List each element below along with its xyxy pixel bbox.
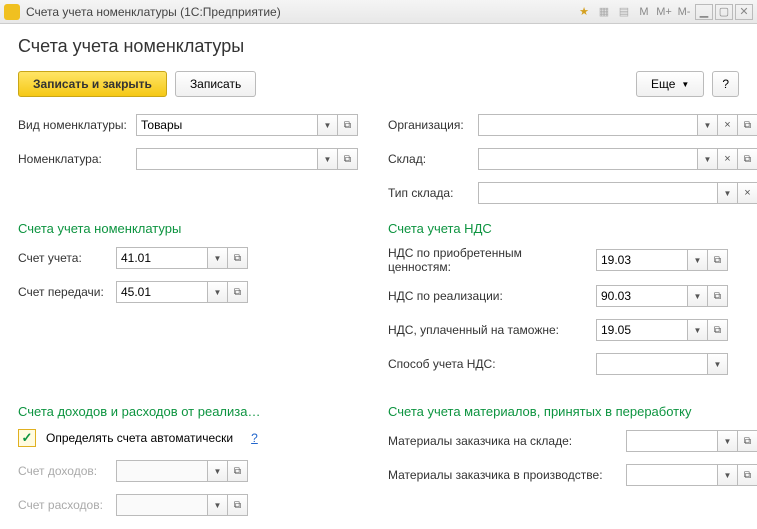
whtype-input[interactable] bbox=[478, 182, 718, 204]
income-acct-open-button: ⧉ bbox=[228, 460, 248, 482]
memory-mplus[interactable]: M+ bbox=[655, 4, 673, 20]
org-clear-button[interactable]: × bbox=[718, 114, 738, 136]
chevron-down-icon: ▼ bbox=[681, 80, 689, 89]
income-acct-input bbox=[116, 460, 208, 482]
mat-prod-open-button[interactable]: ⧉ bbox=[738, 464, 757, 486]
kind-open-button[interactable]: ⧉ bbox=[338, 114, 358, 136]
acct-label: Счет учета: bbox=[18, 251, 108, 265]
income-acct-dropdown-button: ▼ bbox=[208, 460, 228, 482]
titlebar: Счета учета номенклатуры (1С:Предприятие… bbox=[0, 0, 757, 24]
page-heading: Счета учета номенклатуры bbox=[18, 36, 739, 57]
nds-purchase-input[interactable] bbox=[596, 249, 688, 271]
kind-dropdown-button[interactable]: ▼ bbox=[318, 114, 338, 136]
nds-purchase-open-button[interactable]: ⧉ bbox=[708, 249, 728, 271]
kind-label: Вид номенклатуры: bbox=[18, 118, 128, 132]
warehouse-dropdown-button[interactable]: ▼ bbox=[698, 148, 718, 170]
maximize-icon[interactable]: ▢ bbox=[715, 4, 733, 20]
toolbar: Записать и закрыть Записать Еще ▼ ? bbox=[18, 71, 739, 97]
income-acct-label: Счет доходов: bbox=[18, 464, 108, 478]
expense-acct-label: Счет расходов: bbox=[18, 498, 108, 512]
nomen-dropdown-button[interactable]: ▼ bbox=[318, 148, 338, 170]
mat-stock-label: Материалы заказчика на складе: bbox=[388, 434, 618, 448]
nds-method-input[interactable] bbox=[596, 353, 708, 375]
nds-sales-dropdown-button[interactable]: ▼ bbox=[688, 285, 708, 307]
transfer-open-button[interactable]: ⧉ bbox=[228, 281, 248, 303]
favorite-icon[interactable]: ★ bbox=[575, 4, 593, 20]
app-icon bbox=[4, 4, 20, 20]
income-title: Счета доходов и расходов от реализа… bbox=[18, 404, 358, 419]
nds-purchase-label: НДС по приобретенным ценностям: bbox=[388, 246, 588, 274]
auto-accounts-help[interactable]: ? bbox=[251, 431, 258, 445]
whtype-dropdown-button[interactable]: ▼ bbox=[718, 182, 738, 204]
more-button[interactable]: Еще ▼ bbox=[636, 71, 704, 97]
nds-purchase-dropdown-button[interactable]: ▼ bbox=[688, 249, 708, 271]
memory-mminus[interactable]: M- bbox=[675, 4, 693, 20]
nds-customs-dropdown-button[interactable]: ▼ bbox=[688, 319, 708, 341]
calc-icon[interactable]: ▦ bbox=[595, 4, 613, 20]
kind-input[interactable] bbox=[136, 114, 318, 136]
content: Счета учета номенклатуры Записать и закр… bbox=[0, 24, 757, 529]
org-open-button[interactable]: ⧉ bbox=[738, 114, 757, 136]
nomen-label: Номенклатура: bbox=[18, 152, 128, 166]
save-button[interactable]: Записать bbox=[175, 71, 256, 97]
nds-customs-open-button[interactable]: ⧉ bbox=[708, 319, 728, 341]
auto-accounts-label: Определять счета автоматически bbox=[46, 431, 233, 445]
nds-customs-input[interactable] bbox=[596, 319, 688, 341]
more-label: Еще bbox=[651, 77, 675, 91]
minimize-icon[interactable]: ▁ bbox=[695, 4, 713, 20]
nds-title: Счета учета НДС bbox=[388, 221, 757, 236]
expense-acct-dropdown-button: ▼ bbox=[208, 494, 228, 516]
org-input[interactable] bbox=[478, 114, 698, 136]
nomen-input[interactable] bbox=[136, 148, 318, 170]
warehouse-input[interactable] bbox=[478, 148, 698, 170]
acct-input[interactable] bbox=[116, 247, 208, 269]
mat-stock-input[interactable] bbox=[626, 430, 718, 452]
transfer-label: Счет передачи: bbox=[18, 285, 108, 299]
warehouse-clear-button[interactable]: × bbox=[718, 148, 738, 170]
memory-m[interactable]: M bbox=[635, 4, 653, 20]
mat-prod-dropdown-button[interactable]: ▼ bbox=[718, 464, 738, 486]
expense-acct-open-button: ⧉ bbox=[228, 494, 248, 516]
nds-method-label: Способ учета НДС: bbox=[388, 357, 588, 371]
mat-prod-label: Материалы заказчика в производстве: bbox=[388, 468, 618, 482]
nds-sales-label: НДС по реализации: bbox=[388, 289, 588, 303]
calendar-icon[interactable]: ▤ bbox=[615, 4, 633, 20]
save-close-button[interactable]: Записать и закрыть bbox=[18, 71, 167, 97]
titlebar-icons: ★ ▦ ▤ M M+ M- ▁ ▢ ✕ bbox=[575, 4, 753, 20]
nomen-open-button[interactable]: ⧉ bbox=[338, 148, 358, 170]
window-title: Счета учета номенклатуры (1С:Предприятие… bbox=[26, 5, 575, 19]
mat-prod-input[interactable] bbox=[626, 464, 718, 486]
expense-acct-input bbox=[116, 494, 208, 516]
whtype-label: Тип склада: bbox=[388, 186, 470, 200]
materials-title: Счета учета материалов, принятых в перер… bbox=[388, 404, 757, 419]
warehouse-open-button[interactable]: ⧉ bbox=[738, 148, 757, 170]
warehouse-label: Склад: bbox=[388, 152, 470, 166]
auto-accounts-checkbox[interactable]: ✓ bbox=[18, 429, 36, 447]
org-dropdown-button[interactable]: ▼ bbox=[698, 114, 718, 136]
acct-dropdown-button[interactable]: ▼ bbox=[208, 247, 228, 269]
whtype-clear-button[interactable]: × bbox=[738, 182, 757, 204]
transfer-dropdown-button[interactable]: ▼ bbox=[208, 281, 228, 303]
accounts-title: Счета учета номенклатуры bbox=[18, 221, 358, 236]
transfer-input[interactable] bbox=[116, 281, 208, 303]
org-label: Организация: bbox=[388, 118, 470, 132]
nds-sales-open-button[interactable]: ⧉ bbox=[708, 285, 728, 307]
mat-stock-open-button[interactable]: ⧉ bbox=[738, 430, 757, 452]
help-button[interactable]: ? bbox=[712, 71, 739, 97]
nds-sales-input[interactable] bbox=[596, 285, 688, 307]
nds-method-dropdown-button[interactable]: ▼ bbox=[708, 353, 728, 375]
acct-open-button[interactable]: ⧉ bbox=[228, 247, 248, 269]
close-icon[interactable]: ✕ bbox=[735, 4, 753, 20]
mat-stock-dropdown-button[interactable]: ▼ bbox=[718, 430, 738, 452]
nds-customs-label: НДС, уплаченный на таможне: bbox=[388, 323, 588, 337]
